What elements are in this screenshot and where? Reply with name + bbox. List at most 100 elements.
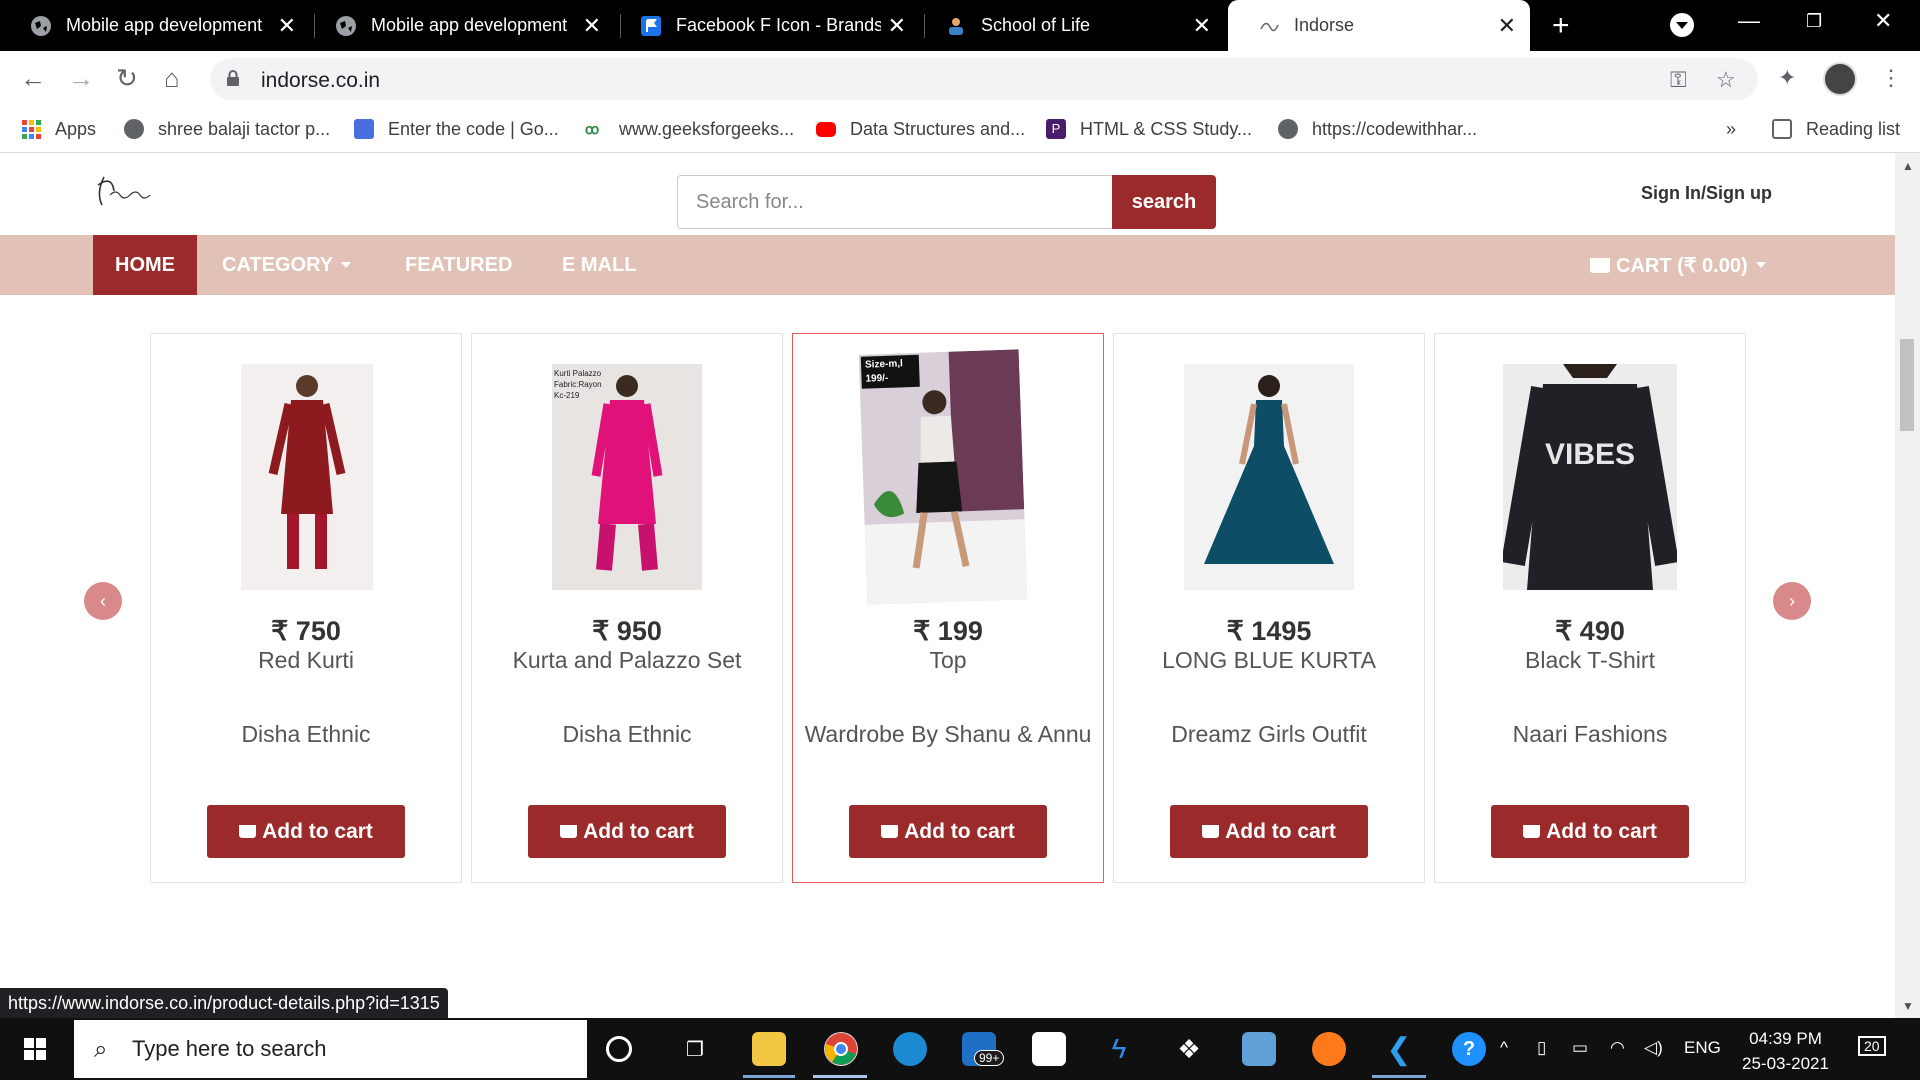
product-image[interactable] — [241, 364, 373, 590]
product-image[interactable]: Kurti Palazzo Fabric:Rayon Kc-219 — [552, 364, 702, 590]
add-to-cart-button[interactable]: Add to cart — [1170, 805, 1368, 858]
search-input[interactable] — [677, 175, 1112, 229]
menu-dots-icon[interactable]: ⋮ — [1880, 65, 1902, 91]
notifications-icon[interactable]: 20 — [1858, 1036, 1886, 1056]
volume-icon[interactable]: ◁) — [1644, 1038, 1663, 1058]
product-name[interactable]: Red Kurti — [151, 647, 461, 674]
bookmark-codewithharry[interactable]: https://codewithhar... — [1278, 115, 1477, 143]
add-to-cart-button[interactable]: Add to cart — [207, 805, 405, 858]
reload-icon[interactable]: ↻ — [116, 63, 138, 94]
product-card[interactable]: Kurti Palazzo Fabric:Rayon Kc-219 ₹ 950 … — [471, 333, 783, 883]
carousel-prev-button[interactable]: ‹ — [84, 582, 122, 620]
tab-mobile-app-1[interactable]: Mobile app development ✕ — [0, 0, 310, 51]
reading-list-label: Reading list — [1806, 118, 1901, 139]
battery-icon[interactable]: ▭ — [1572, 1038, 1588, 1058]
language-indicator[interactable]: ENG — [1684, 1038, 1721, 1058]
cube-app-icon[interactable] — [1242, 1032, 1276, 1066]
scroll-thumb[interactable] — [1900, 339, 1914, 431]
tab-search-icon[interactable] — [1670, 13, 1694, 37]
signin-link[interactable]: Sign In/Sign up — [1641, 183, 1772, 204]
close-icon[interactable]: ✕ — [888, 13, 906, 39]
add-to-cart-button[interactable]: Add to cart — [1491, 805, 1689, 858]
clock[interactable]: 04:39 PM 25-03-2021 — [1742, 1026, 1829, 1076]
tray-device-icon[interactable]: ▯ — [1537, 1038, 1546, 1058]
key-icon[interactable]: ⚿ — [1670, 67, 1687, 93]
home-icon[interactable]: ⌂ — [164, 63, 180, 94]
product-card[interactable]: VIBES ₹ 490 Black T-Shirt Naari Fashions… — [1434, 333, 1746, 883]
bookmark-apps[interactable]: Apps — [22, 115, 96, 143]
product-seller[interactable]: Disha Ethnic — [472, 721, 782, 748]
product-card[interactable]: Size-m,l 199/- ₹ 199 Top Wardrobe By Sha… — [792, 333, 1104, 883]
help-icon[interactable]: ? — [1452, 1032, 1486, 1066]
add-to-cart-button[interactable]: Add to cart — [528, 805, 726, 858]
menu-emall[interactable]: E MALL — [540, 235, 658, 295]
back-icon[interactable]: ← — [20, 63, 46, 94]
forward-icon[interactable]: → — [68, 63, 94, 94]
dropbox-icon[interactable]: ❖ — [1172, 1032, 1206, 1066]
tab-facebook-icon[interactable]: Facebook F Icon - Brands ✕ — [610, 0, 920, 51]
bookmark-data-structures[interactable]: Data Structures and... — [816, 115, 1025, 143]
carousel-next-button[interactable]: › — [1773, 582, 1811, 620]
scroll-down-icon[interactable]: ▼ — [1902, 999, 1914, 1013]
close-icon[interactable]: ✕ — [1193, 13, 1211, 39]
cart-dropdown[interactable]: CART (₹ 0.00) — [1590, 235, 1766, 295]
close-icon[interactable]: ✕ — [1498, 13, 1516, 39]
start-windows-icon[interactable] — [24, 1038, 46, 1060]
site-logo[interactable] — [92, 171, 154, 211]
page-scrollbar[interactable]: ▲ ▼ — [1895, 153, 1920, 1018]
tab-mobile-app-2[interactable]: Mobile app development ✕ — [305, 0, 615, 51]
bookmark-geeksforgeeks[interactable]: ꝏ www.geeksforgeeks... — [585, 115, 794, 143]
wifi-icon[interactable]: ◠ — [1610, 1038, 1625, 1058]
product-seller[interactable]: Disha Ethnic — [151, 721, 461, 748]
new-tab-icon[interactable]: + — [1552, 9, 1570, 43]
product-seller[interactable]: Naari Fashions — [1435, 721, 1745, 748]
product-name[interactable]: Top — [793, 647, 1103, 674]
avatar[interactable] — [1823, 62, 1857, 96]
tab-school-of-life[interactable]: School of Life ✕ — [915, 0, 1225, 51]
product-image[interactable] — [1184, 364, 1354, 590]
menu-category[interactable]: CATEGORY — [200, 235, 373, 295]
reading-list-button[interactable]: Reading list — [1772, 115, 1900, 143]
firefox-icon[interactable] — [1312, 1032, 1346, 1066]
taskbar-active-indicator — [813, 1075, 867, 1078]
store-icon[interactable] — [1032, 1032, 1066, 1066]
bookmark-html-css[interactable]: P HTML & CSS Study... — [1046, 115, 1252, 143]
menu-featured[interactable]: FEATURED — [383, 235, 534, 295]
file-explorer-icon[interactable] — [752, 1032, 786, 1066]
bookmarks-overflow[interactable]: » — [1726, 115, 1736, 143]
close-icon[interactable]: ✕ — [583, 13, 601, 39]
tab-indorse[interactable]: Indorse ✕ — [1228, 0, 1530, 51]
app-icon[interactable]: ϟ — [1102, 1032, 1136, 1066]
edge-icon[interactable] — [893, 1032, 927, 1066]
mail-icon[interactable]: 99+ — [962, 1032, 1005, 1066]
product-card[interactable]: ₹ 750 Red Kurti Disha Ethnic Add to cart — [150, 333, 462, 883]
taskbar-search[interactable]: ⌕ Type here to search — [74, 1020, 587, 1078]
tray-chevron-icon[interactable]: ^ — [1500, 1038, 1508, 1058]
product-card[interactable]: ₹ 1495 LONG BLUE KURTA Dreamz Girls Outf… — [1113, 333, 1425, 883]
bookmark-google-meet[interactable]: Enter the code | Go... — [354, 115, 559, 143]
restore-icon[interactable]: ❐ — [1806, 11, 1822, 32]
product-seller[interactable]: Wardrobe By Shanu & Annu — [793, 721, 1103, 748]
search-button[interactable]: search — [1112, 175, 1216, 229]
bookmark-shree-balaji[interactable]: shree balaji tactor p... — [124, 115, 330, 143]
task-view-icon[interactable]: ❐ — [678, 1032, 712, 1066]
add-to-cart-button[interactable]: Add to cart — [849, 805, 1047, 858]
tab-title: Mobile app development — [371, 15, 568, 35]
window-close-icon[interactable]: ✕ — [1874, 8, 1892, 34]
scroll-up-icon[interactable]: ▲ — [1902, 159, 1914, 173]
product-image[interactable]: VIBES — [1503, 364, 1677, 590]
close-icon[interactable]: ✕ — [278, 13, 296, 39]
cortana-icon[interactable] — [606, 1036, 632, 1062]
extensions-icon[interactable]: ✦ — [1778, 65, 1796, 91]
product-name[interactable]: Kurta and Palazzo Set — [472, 647, 782, 674]
minimize-icon[interactable]: — — [1738, 8, 1760, 34]
vscode-icon[interactable]: ❮ — [1382, 1032, 1416, 1066]
star-icon[interactable]: ☆ — [1716, 67, 1736, 93]
chrome-icon[interactable] — [824, 1032, 858, 1066]
product-name[interactable]: Black T-Shirt — [1435, 647, 1745, 674]
address-bar[interactable]: indorse.co.in ⚿ ☆ — [210, 58, 1758, 100]
product-image[interactable]: Size-m,l 199/- — [858, 349, 1028, 605]
product-name[interactable]: LONG BLUE KURTA — [1114, 647, 1424, 674]
menu-home[interactable]: HOME — [93, 235, 197, 295]
product-seller[interactable]: Dreamz Girls Outfit — [1114, 721, 1424, 748]
